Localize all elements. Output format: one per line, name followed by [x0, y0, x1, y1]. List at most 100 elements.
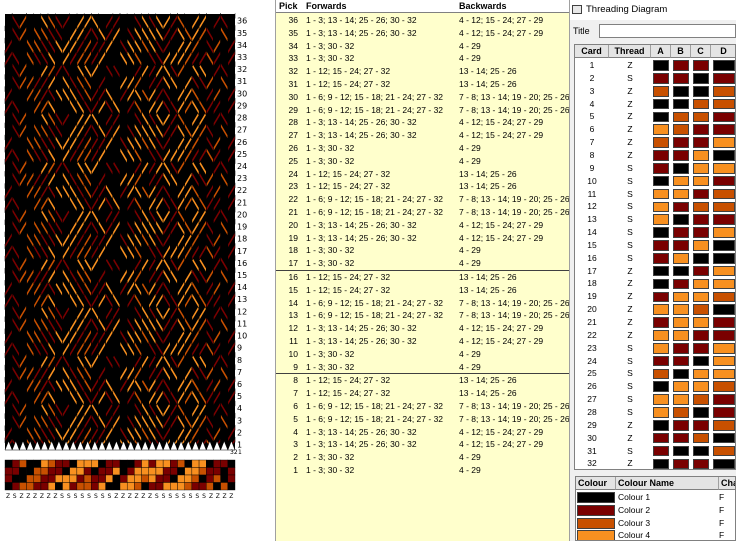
pick-row[interactable]: 2 1 - 3; 30 - 32 4 - 29: [276, 451, 569, 464]
hole-colour-swatch[interactable]: [673, 432, 689, 444]
card-number-cell[interactable]: 13: [575, 213, 609, 226]
pick-row[interactable]: 23 1 - 12; 15 - 24; 27 - 32 13 - 14; 25 - …: [276, 180, 569, 193]
pick-row[interactable]: 6 1 - 6; 9 - 12; 15 - 18; 21 - 24; 27 - 3…: [276, 400, 569, 413]
hole-colour-swatch[interactable]: [693, 355, 709, 367]
hole-colour-swatch[interactable]: [673, 342, 689, 354]
hole-colour-swatch[interactable]: [653, 330, 669, 341]
hole-colour-swatch[interactable]: [673, 163, 689, 174]
hole-colour-swatch[interactable]: [673, 330, 689, 341]
card-number-cell[interactable]: 20: [575, 303, 609, 316]
hole-colour-swatch[interactable]: [673, 355, 689, 367]
hole-colour-swatch[interactable]: [673, 150, 689, 161]
colour-row[interactable]: Colour 3 F: [576, 517, 735, 530]
hole-colour-swatch[interactable]: [713, 240, 735, 251]
grid-header-b[interactable]: B: [671, 45, 691, 58]
card-thread-cell[interactable]: S: [609, 252, 651, 265]
hole-colour-swatch[interactable]: [653, 304, 669, 315]
card-thread-cell[interactable]: Z: [609, 136, 651, 149]
card-thread-cell[interactable]: S: [609, 239, 651, 252]
hole-colour-swatch[interactable]: [673, 227, 689, 238]
card-number-cell[interactable]: 23: [575, 342, 609, 355]
hole-colour-swatch[interactable]: [713, 163, 735, 174]
hole-colour-swatch[interactable]: [693, 98, 709, 110]
hole-colour-swatch[interactable]: [673, 458, 689, 469]
pick-row[interactable]: 26 1 - 3; 30 - 32 4 - 29: [276, 142, 569, 155]
hole-colour-swatch[interactable]: [713, 291, 735, 303]
hole-colour-swatch[interactable]: [693, 278, 709, 290]
colour-row[interactable]: Colour 4 F: [576, 529, 735, 540]
pick-row[interactable]: 11 1 - 3; 13 - 14; 25 - 26; 30 - 32 4 - 12…: [276, 335, 569, 348]
hole-colour-swatch[interactable]: [713, 342, 735, 354]
card-thread-cell[interactable]: Z: [609, 265, 651, 278]
hole-colour-swatch[interactable]: [713, 368, 735, 380]
colour-swatch[interactable]: [577, 530, 615, 540]
hole-colour-swatch[interactable]: [673, 73, 689, 84]
hole-colour-swatch[interactable]: [693, 201, 709, 213]
card-thread-cell[interactable]: Z: [609, 419, 651, 432]
hole-colour-swatch[interactable]: [693, 291, 709, 303]
pick-row[interactable]: 24 1 - 12; 15 - 24; 27 - 32 13 - 14; 25 - …: [276, 168, 569, 181]
card-thread-cell[interactable]: S: [609, 162, 651, 175]
hole-colour-swatch[interactable]: [673, 420, 689, 431]
card-thread-cell[interactable]: S: [609, 342, 651, 355]
hole-colour-swatch[interactable]: [673, 85, 689, 97]
grid-header-card[interactable]: Card: [575, 45, 609, 58]
card-number-cell[interactable]: 4: [575, 98, 609, 111]
pick-row[interactable]: 5 1 - 6; 9 - 12; 15 - 18; 21 - 24; 27 - 3…: [276, 413, 569, 426]
pick-row[interactable]: 30 1 - 6; 9 - 12; 15 - 18; 21 - 24; 27 - …: [276, 91, 569, 104]
hole-colour-swatch[interactable]: [713, 201, 735, 213]
hole-colour-swatch[interactable]: [673, 240, 689, 251]
card-thread-cell[interactable]: Z: [609, 110, 651, 123]
hole-colour-swatch[interactable]: [653, 111, 669, 123]
card-thread-cell[interactable]: S: [609, 200, 651, 213]
hole-colour-swatch[interactable]: [693, 381, 709, 393]
card-number-cell[interactable]: 28: [575, 406, 609, 419]
hole-colour-swatch[interactable]: [693, 175, 709, 187]
hole-colour-swatch[interactable]: [673, 445, 689, 457]
hole-colour-swatch[interactable]: [673, 407, 689, 418]
hole-colour-swatch[interactable]: [693, 317, 709, 328]
hole-colour-swatch[interactable]: [693, 227, 709, 238]
hole-colour-swatch[interactable]: [673, 98, 689, 110]
hole-colour-swatch[interactable]: [673, 265, 689, 277]
hole-colour-swatch[interactable]: [673, 124, 689, 136]
hole-colour-swatch[interactable]: [713, 394, 735, 405]
hole-colour-swatch[interactable]: [673, 381, 689, 393]
hole-colour-swatch[interactable]: [653, 265, 669, 277]
hole-colour-swatch[interactable]: [693, 150, 709, 161]
hole-colour-swatch[interactable]: [653, 201, 669, 213]
hole-colour-swatch[interactable]: [693, 137, 709, 148]
hole-colour-swatch[interactable]: [713, 85, 735, 97]
pick-row[interactable]: 7 1 - 12; 15 - 24; 27 - 32 13 - 14; 25 - 2…: [276, 387, 569, 400]
card-number-cell[interactable]: 16: [575, 252, 609, 265]
pick-row[interactable]: 29 1 - 6; 9 - 12; 15 - 18; 21 - 24; 27 - …: [276, 104, 569, 117]
colour-header-colour[interactable]: Colour: [576, 477, 616, 490]
hole-colour-swatch[interactable]: [673, 137, 689, 148]
hole-colour-swatch[interactable]: [713, 175, 735, 187]
pick-row[interactable]: 25 1 - 3; 30 - 32 4 - 29: [276, 155, 569, 168]
hole-colour-swatch[interactable]: [673, 111, 689, 123]
card-number-cell[interactable]: 5: [575, 110, 609, 123]
hole-colour-swatch[interactable]: [653, 342, 669, 354]
card-thread-cell[interactable]: Z: [609, 432, 651, 445]
hole-colour-swatch[interactable]: [713, 278, 735, 290]
pick-row[interactable]: 13 1 - 6; 9 - 12; 15 - 18; 21 - 24; 27 - …: [276, 309, 569, 322]
hole-colour-swatch[interactable]: [693, 394, 709, 405]
hole-colour-swatch[interactable]: [713, 304, 735, 315]
card-number-cell[interactable]: 17: [575, 265, 609, 278]
hole-colour-swatch[interactable]: [713, 98, 735, 110]
grid-header-d[interactable]: D: [711, 45, 735, 58]
card-threading-grid[interactable]: Card Thread A B C D 1 Z 2 S 3 Z 4 Z 5 Z 6 Z 7 Z 8 Z 9 S 10 S 11 S 12…: [574, 44, 736, 470]
hole-colour-swatch[interactable]: [653, 98, 669, 110]
hole-colour-swatch[interactable]: [673, 188, 689, 200]
card-thread-cell[interactable]: Z: [609, 303, 651, 316]
pick-row[interactable]: 32 1 - 12; 15 - 24; 27 - 32 13 - 14; 25 - …: [276, 65, 569, 78]
card-thread-cell[interactable]: S: [609, 445, 651, 458]
pick-row[interactable]: 22 1 - 6; 9 - 12; 15 - 18; 21 - 24; 27 - …: [276, 193, 569, 206]
pick-row[interactable]: 21 1 - 6; 9 - 12; 15 - 18; 21 - 24; 27 - …: [276, 206, 569, 219]
hole-colour-swatch[interactable]: [713, 150, 735, 161]
hole-colour-swatch[interactable]: [693, 368, 709, 380]
pick-row[interactable]: 34 1 - 3; 30 - 32 4 - 29: [276, 40, 569, 53]
card-number-cell[interactable]: 14: [575, 226, 609, 239]
hole-colour-swatch[interactable]: [653, 150, 669, 161]
